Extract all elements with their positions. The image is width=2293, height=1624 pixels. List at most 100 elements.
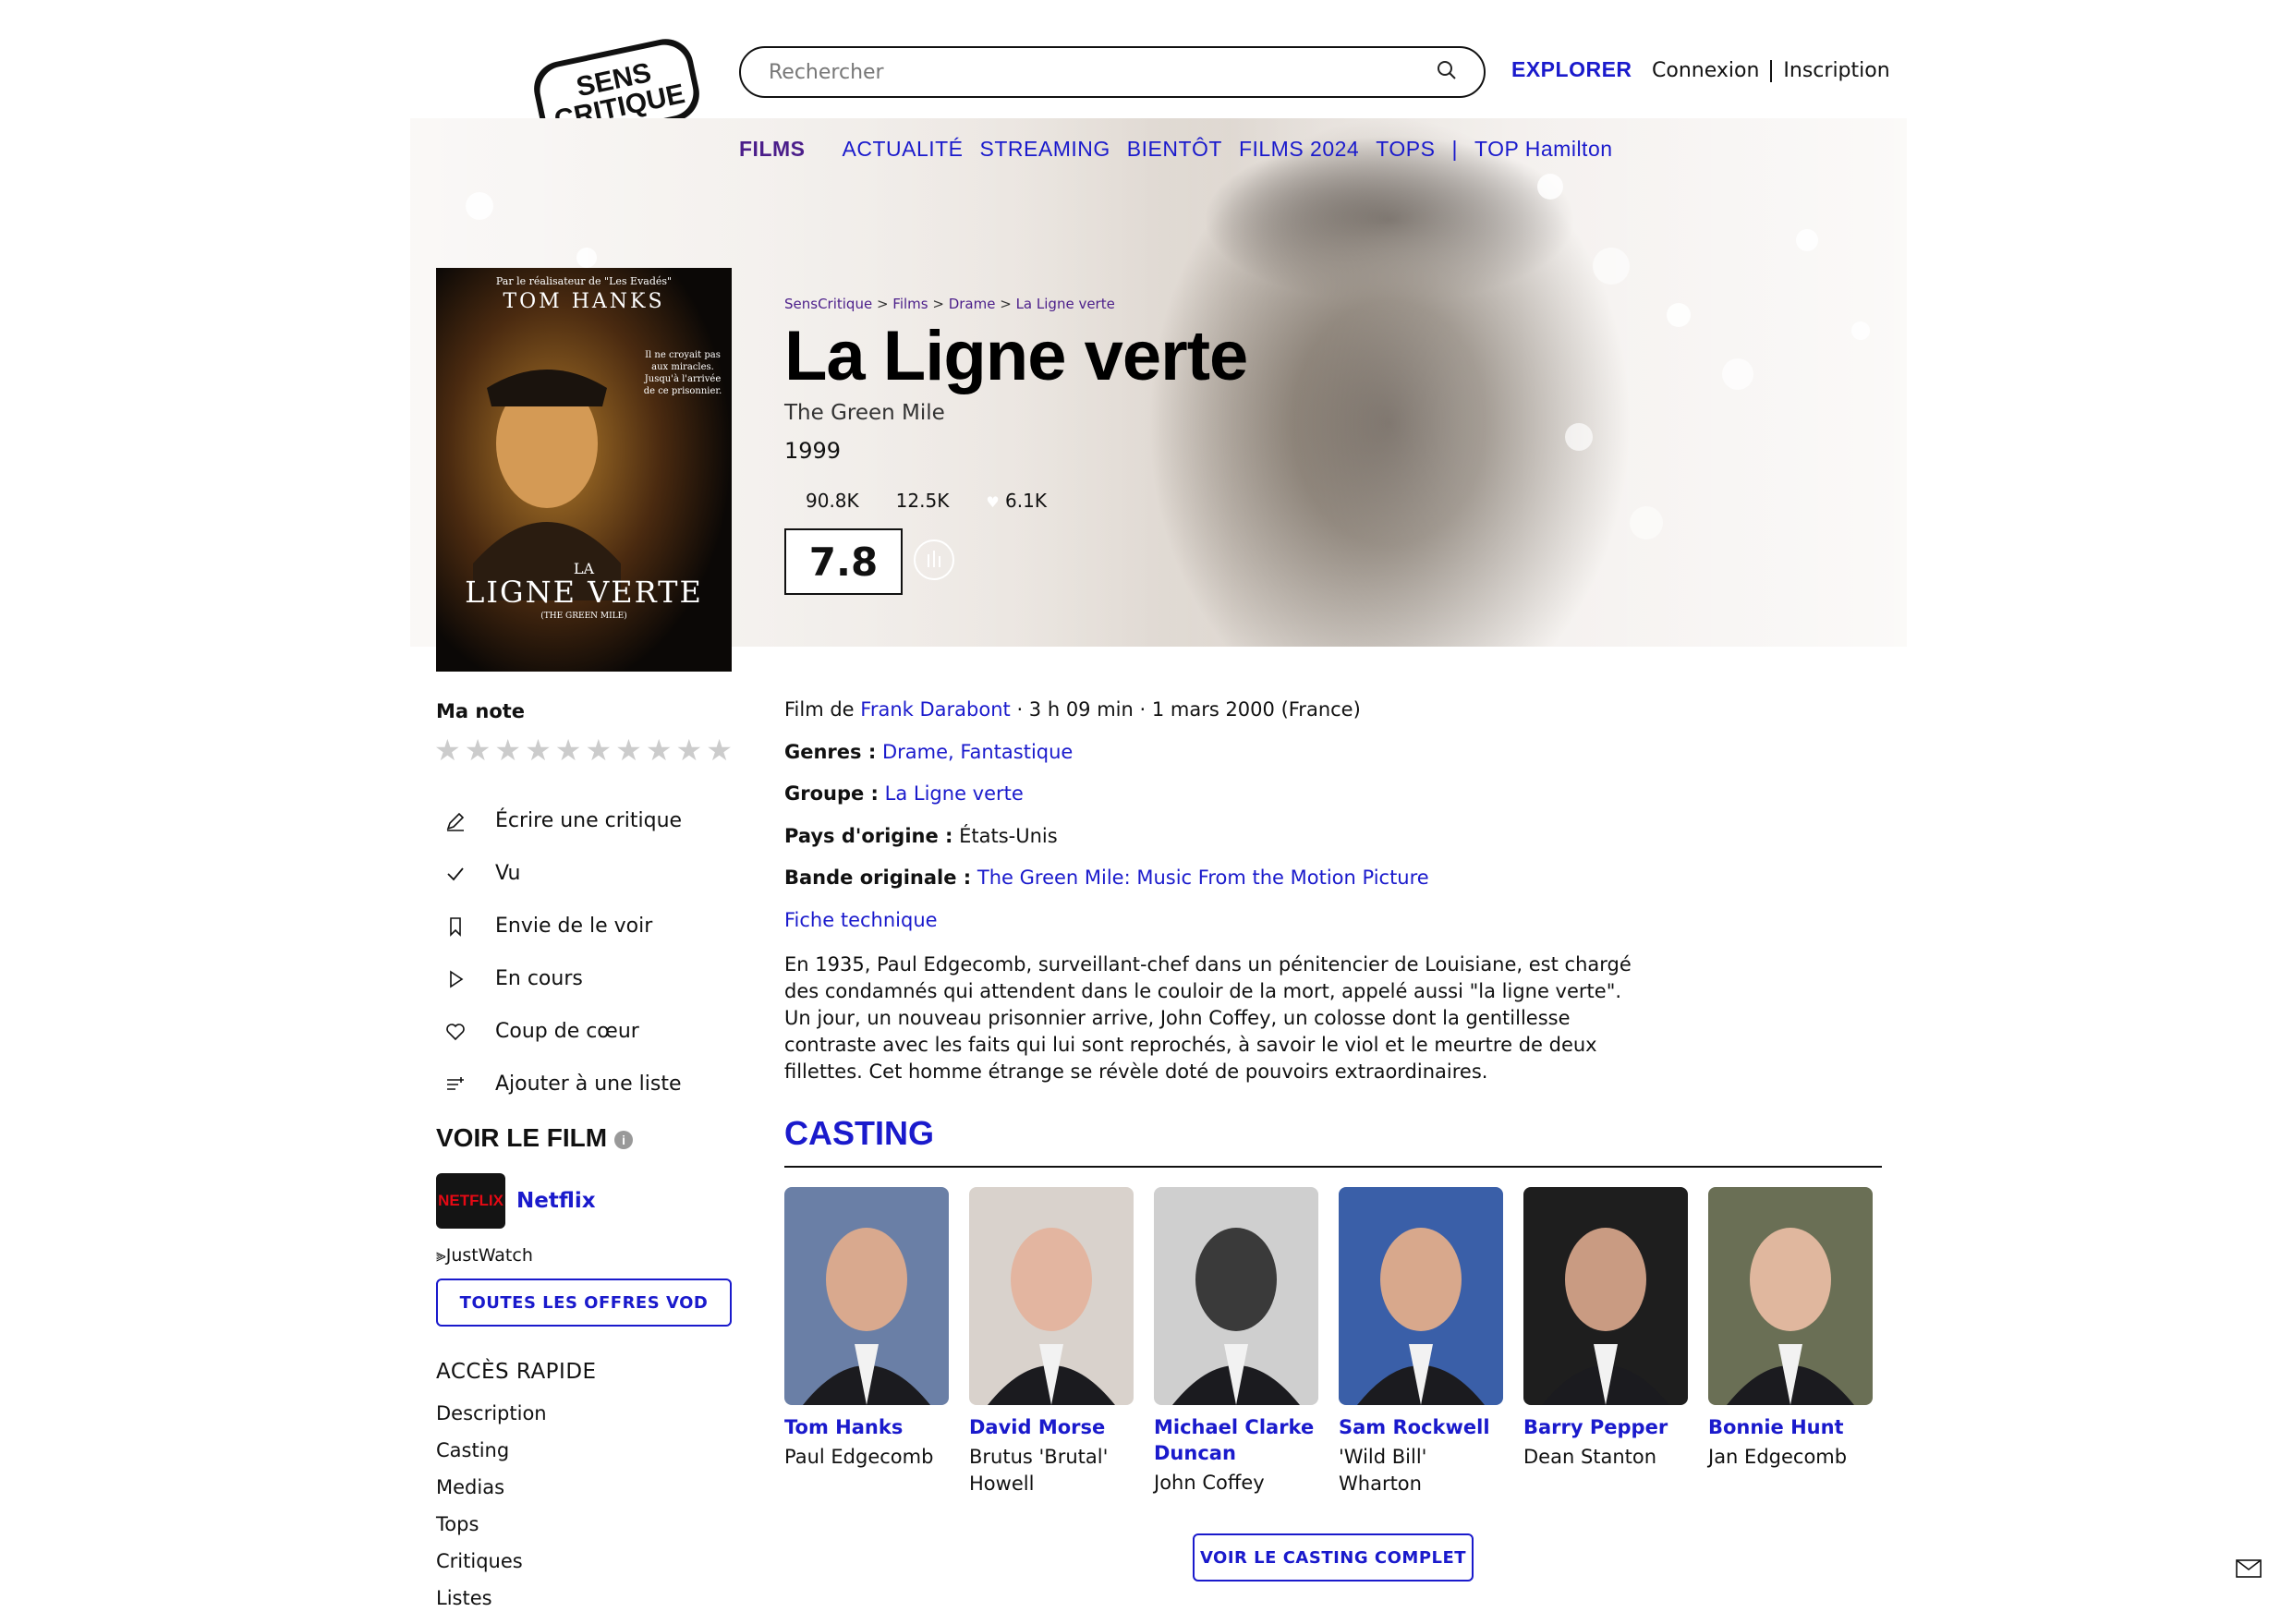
actor-role: 'Wild Bill' Wharton xyxy=(1339,1446,1427,1495)
wish-count: 12.5K xyxy=(895,490,950,512)
breadcrumb-current[interactable]: La Ligne verte xyxy=(1016,296,1115,312)
quick-link-tops[interactable]: Tops xyxy=(436,1513,547,1550)
actor-name[interactable]: Barry Pepper xyxy=(1523,1414,1688,1440)
explorer-link[interactable]: EXPLORER xyxy=(1511,57,1632,82)
original-title: The Green Mile xyxy=(784,401,945,425)
netflix-provider[interactable]: NETFLIX Netflix xyxy=(436,1173,596,1229)
star-icon[interactable]: ★ xyxy=(465,735,491,765)
quick-link-listes[interactable]: Listes xyxy=(436,1587,547,1624)
divider xyxy=(1770,60,1773,82)
actor-name[interactable]: Sam Rockwell xyxy=(1339,1414,1503,1440)
actor-role: John Coffey xyxy=(1154,1472,1265,1494)
cast-member[interactable]: Michael Clarke Duncan John Coffey xyxy=(1154,1187,1318,1497)
justwatch-credit[interactable]: ⫸JustWatch xyxy=(436,1245,533,1266)
actor-photo[interactable] xyxy=(1339,1187,1503,1405)
nav-tops[interactable]: TOPS xyxy=(1376,137,1435,162)
quick-link-critiques[interactable]: Critiques xyxy=(436,1550,547,1587)
rating-stars[interactable]: ★ ★ ★ ★ ★ ★ ★ ★ ★ ★ xyxy=(434,735,733,765)
secondary-nav: FILMS ACTUALITÉ STREAMING BIENTÔT FILMS … xyxy=(739,137,1630,162)
soundtrack-link[interactable]: The Green Mile: Music From the Motion Pi… xyxy=(977,867,1429,889)
breadcrumb-films[interactable]: Films xyxy=(892,296,928,312)
likes-count: ♥ 6.1K xyxy=(986,490,1047,512)
star-icon[interactable]: ★ xyxy=(676,735,703,765)
full-cast-button[interactable]: VOIR LE CASTING COMPLET xyxy=(1193,1533,1474,1582)
actor-name[interactable]: Tom Hanks xyxy=(784,1414,949,1440)
star-icon[interactable]: ★ xyxy=(706,735,733,765)
movie-details: Film de Frank Darabont · 3 h 09 min · 1 … xyxy=(784,698,1616,951)
nav-separator: | xyxy=(1451,137,1458,161)
all-vod-offers-button[interactable]: TOUTES LES OFFRES VOD xyxy=(436,1279,732,1327)
cast-member[interactable]: David Morse Brutus 'Brutal' Howell xyxy=(969,1187,1134,1497)
breadcrumb: SensCritique > Films > Drame > La Ligne … xyxy=(784,296,1115,312)
star-icon[interactable]: ★ xyxy=(434,735,461,765)
provider-name[interactable]: Netflix xyxy=(516,1189,596,1213)
actor-photo[interactable] xyxy=(1154,1187,1318,1405)
group-row: Groupe : La Ligne verte xyxy=(784,782,1024,805)
quick-link-description[interactable]: Description xyxy=(436,1402,547,1439)
tech-sheet-link[interactable]: Fiche technique xyxy=(784,909,938,931)
search-icon[interactable] xyxy=(1436,59,1458,85)
actor-name[interactable]: David Morse xyxy=(969,1414,1134,1440)
director-link[interactable]: Frank Darabont xyxy=(860,698,1010,721)
signup-link[interactable]: Inscription xyxy=(1783,59,1889,82)
heart-icon xyxy=(443,1020,467,1044)
write-review-action[interactable]: Écrire une critique xyxy=(443,794,682,847)
mail-icon[interactable] xyxy=(2236,1559,2262,1578)
director-row: Film de Frank Darabont · 3 h 09 min · 1 … xyxy=(784,698,1361,721)
bar-chart-icon xyxy=(928,551,940,567)
star-icon[interactable]: ★ xyxy=(525,735,552,765)
star-icon[interactable]: ★ xyxy=(494,735,521,765)
quick-link-casting[interactable]: Casting xyxy=(436,1439,547,1476)
cast-member[interactable]: Tom Hanks Paul Edgecomb xyxy=(784,1187,949,1497)
breadcrumb-home[interactable]: SensCritique xyxy=(784,296,872,312)
seen-action[interactable]: Vu xyxy=(443,847,682,900)
nav-films-2024[interactable]: FILMS 2024 xyxy=(1239,137,1359,162)
nav-actualite[interactable]: ACTUALITÉ xyxy=(843,137,964,162)
genres-link[interactable]: Drame, Fantastique xyxy=(882,741,1073,763)
login-link[interactable]: Connexion xyxy=(1652,59,1759,82)
wishlist-action[interactable]: Envie de le voir xyxy=(443,900,682,952)
nav-streaming[interactable]: STREAMING xyxy=(980,137,1110,162)
nav-bientot[interactable]: BIENTÔT xyxy=(1127,137,1222,162)
actor-role: Brutus 'Brutal' Howell xyxy=(969,1446,1109,1495)
favorite-action[interactable]: Coup de cœur xyxy=(443,1005,682,1058)
casting-heading: CASTING xyxy=(784,1114,934,1152)
quick-link-medias[interactable]: Medias xyxy=(436,1476,547,1513)
actor-name[interactable]: Bonnie Hunt xyxy=(1708,1414,1873,1440)
poster-title-en: (THE GREEN MILE) xyxy=(540,612,627,621)
actor-photo[interactable] xyxy=(969,1187,1134,1405)
star-icon[interactable]: ★ xyxy=(555,735,582,765)
actor-photo[interactable] xyxy=(1523,1187,1688,1405)
justwatch-icon: ⫸ xyxy=(436,1245,446,1266)
movie-poster[interactable]: Par le réalisateur de "Les Evadés" TOM H… xyxy=(436,268,732,672)
actor-name[interactable]: Michael Clarke Duncan xyxy=(1154,1414,1318,1466)
check-icon xyxy=(443,862,467,886)
group-link[interactable]: La Ligne verte xyxy=(885,782,1024,805)
info-icon[interactable]: i xyxy=(614,1130,634,1149)
tech-sheet-row: Fiche technique xyxy=(784,909,1616,951)
star-icon[interactable]: ★ xyxy=(615,735,642,765)
cast-member[interactable]: Barry Pepper Dean Stanton xyxy=(1523,1187,1688,1497)
bookmark-icon xyxy=(443,915,467,939)
heart-icon: ♥ xyxy=(986,493,1000,511)
nav-films[interactable]: FILMS xyxy=(739,137,806,162)
rating-stats-button[interactable] xyxy=(914,539,954,580)
quick-access-heading: ACCÈS RAPIDE xyxy=(436,1360,597,1384)
search-bar[interactable] xyxy=(739,46,1486,98)
poster-quote: Il ne croyait pas aux miracles. Jusqu'à … xyxy=(643,350,722,396)
search-input[interactable] xyxy=(767,59,1436,85)
cast-member[interactable]: Bonnie Hunt Jan Edgecomb xyxy=(1708,1187,1873,1497)
poster-actor: TOM HANKS xyxy=(503,290,665,313)
in-progress-action[interactable]: En cours xyxy=(443,952,682,1005)
list-add-icon xyxy=(443,1073,467,1097)
actor-photo[interactable] xyxy=(1708,1187,1873,1405)
breadcrumb-drame[interactable]: Drame xyxy=(949,296,996,312)
netflix-logo[interactable]: NETFLIX xyxy=(436,1173,505,1229)
star-icon[interactable]: ★ xyxy=(646,735,673,765)
star-icon[interactable]: ★ xyxy=(585,735,612,765)
actor-role: Paul Edgecomb xyxy=(784,1446,934,1468)
add-to-list-action[interactable]: Ajouter à une liste xyxy=(443,1058,682,1110)
actor-photo[interactable] xyxy=(784,1187,949,1405)
nav-top-hamilton[interactable]: TOP Hamilton xyxy=(1474,137,1613,162)
cast-member[interactable]: Sam Rockwell 'Wild Bill' Wharton xyxy=(1339,1187,1503,1497)
